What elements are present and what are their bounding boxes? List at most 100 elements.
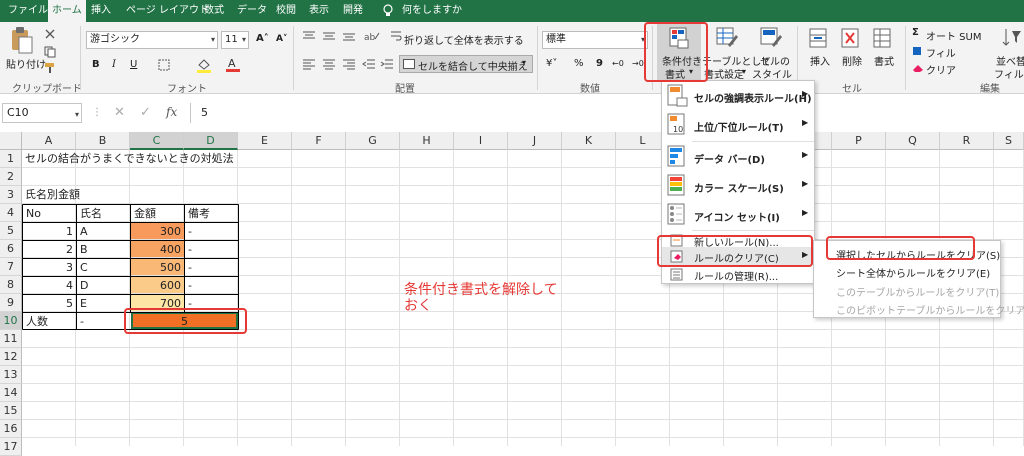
cell-amount[interactable]: 500 — [131, 259, 184, 276]
align-left-icon[interactable] — [302, 58, 316, 73]
format-painter-icon[interactable] — [44, 62, 56, 77]
number-format-combo[interactable]: 標準 ▾ — [542, 31, 648, 49]
font-size-combo[interactable]: 11 ▾ — [221, 31, 249, 49]
align-bottom-icon[interactable] — [342, 30, 356, 45]
currency-icon[interactable]: ¥˅ — [546, 58, 557, 69]
tab-insert[interactable]: 挿入 — [91, 0, 111, 22]
insert-cells-icon[interactable] — [808, 27, 828, 52]
align-right-icon[interactable] — [342, 58, 356, 73]
tab-developer[interactable]: 開発 — [343, 0, 363, 22]
fill-icon[interactable] — [912, 46, 922, 59]
menu-item-top-bottom-rules[interactable]: 10 上位/下位ルール(T) ▶ — [662, 111, 814, 139]
tab-home[interactable]: ホーム — [48, 0, 86, 22]
cell-name[interactable]: D — [77, 277, 91, 294]
paste-icon[interactable] — [10, 26, 34, 59]
name-box[interactable]: C10 ▾ — [2, 103, 82, 123]
cell-a3-subtitle[interactable]: 氏名別金額 — [22, 186, 83, 203]
underline-icon[interactable]: U — [130, 59, 137, 70]
increase-indent-icon[interactable] — [380, 58, 394, 73]
cell-note[interactable]: - — [185, 241, 195, 258]
cell-note[interactable]: - — [185, 223, 195, 240]
cell-name[interactable]: E — [77, 295, 90, 312]
cell-no[interactable]: 5 — [23, 295, 76, 312]
tab-formulas[interactable]: 数式 — [204, 0, 224, 22]
decrease-font-icon[interactable]: A˅ — [276, 34, 287, 44]
increase-font-icon[interactable]: A˄ — [256, 33, 269, 44]
menu-item-highlight-rules[interactable]: セルの強調表示ルール(H) ▶ — [662, 82, 814, 110]
decrease-indent-icon[interactable] — [362, 58, 376, 73]
insert-function-icon[interactable]: fx — [166, 105, 177, 119]
cell-style-icon[interactable] — [760, 27, 782, 52]
cell-amount[interactable]: 300 — [131, 223, 184, 240]
percent-icon[interactable]: % — [574, 58, 584, 69]
header-name[interactable]: 氏名 — [77, 205, 105, 222]
paste-button[interactable]: 貼り付け — [6, 56, 46, 71]
decrease-decimal-icon[interactable]: →0 — [632, 59, 644, 68]
tell-me-search[interactable]: 何をしますか — [402, 0, 462, 22]
cut-icon[interactable] — [44, 28, 56, 43]
cell-no[interactable]: 2 — [23, 241, 76, 258]
header-no[interactable]: No — [23, 205, 44, 222]
italic-icon[interactable]: I — [112, 59, 116, 70]
cell-no[interactable]: 4 — [23, 277, 76, 294]
cell-no[interactable]: 3 — [23, 259, 76, 276]
cell-amount[interactable]: 600 — [131, 277, 184, 294]
tab-file[interactable]: ファイル — [8, 0, 48, 22]
total-name-dash[interactable]: - — [77, 313, 87, 330]
fill-color-icon[interactable] — [196, 57, 212, 76]
menu-item-icon-sets[interactable]: アイコン セット(I) ▶ — [662, 201, 814, 229]
tab-view[interactable]: 表示 — [309, 0, 329, 22]
header-note[interactable]: 備考 — [185, 205, 213, 222]
font-name-combo[interactable]: 游ゴシック ▾ — [86, 31, 218, 49]
eraser-icon[interactable] — [912, 63, 924, 76]
tab-review[interactable]: 校閲 — [276, 0, 296, 22]
formula-input[interactable]: 5 — [190, 103, 1024, 123]
merge-center-button[interactable]: セルを結合して中央揃え ▾ — [399, 55, 533, 73]
tab-page-layout[interactable]: ページ レイアウト — [126, 0, 209, 22]
orientation-icon[interactable]: ab — [364, 29, 380, 46]
delete-cells-button[interactable]: 削除 — [842, 53, 862, 68]
menu-item-data-bars[interactable]: データ バー(D) ▶ — [662, 143, 814, 171]
svg-text:A: A — [228, 57, 236, 70]
fill-button[interactable]: フィル — [926, 45, 956, 60]
tab-data[interactable]: データ — [237, 0, 267, 22]
clear-button[interactable]: クリア — [926, 62, 956, 77]
cell-amount[interactable]: 400 — [131, 241, 184, 258]
bold-icon[interactable]: B — [92, 59, 100, 70]
sort-filter-icon[interactable] — [1002, 27, 1022, 50]
table-format-icon[interactable] — [716, 27, 738, 52]
cancel-icon[interactable]: ✕ — [114, 105, 125, 120]
wrap-text-icon[interactable] — [390, 30, 402, 45]
borders-icon[interactable] — [158, 59, 170, 74]
wrap-text-button[interactable]: 折り返して全体を表示する — [404, 32, 524, 47]
align-middle-icon[interactable] — [322, 30, 336, 45]
cell-name[interactable]: A — [77, 223, 91, 240]
comma-style-icon[interactable]: 9 — [596, 58, 603, 69]
total-label[interactable]: 人数 — [23, 313, 51, 330]
header-amount[interactable]: 金額 — [131, 205, 159, 222]
cell-no[interactable]: 1 — [23, 223, 76, 240]
cell-name[interactable]: C — [77, 259, 91, 276]
format-cells-button[interactable]: 書式 — [874, 53, 894, 68]
increase-decimal-icon[interactable]: ←0 — [612, 59, 624, 68]
font-color-icon[interactable]: A — [226, 56, 240, 75]
copy-icon[interactable] — [44, 46, 56, 61]
cell-a1-title[interactable]: セルの結合がうまくできないときの対処法 — [22, 150, 237, 167]
align-top-icon[interactable] — [302, 30, 316, 45]
format-cells-icon[interactable] — [872, 27, 892, 52]
cell-name[interactable]: B — [77, 241, 91, 258]
cell-note[interactable]: - — [185, 259, 195, 276]
menu-item-manage-rules[interactable]: ルールの管理(R)... — [662, 265, 814, 283]
clear-entire-sheet-item[interactable]: シート全体からルールをクリア(E) — [836, 265, 990, 280]
autosum-button[interactable]: オート SUM — [926, 28, 981, 43]
align-center-icon[interactable] — [322, 58, 336, 73]
delete-cells-icon[interactable] — [840, 27, 860, 52]
enter-icon[interactable]: ✓ — [140, 105, 151, 120]
cell-style-label-2[interactable]: スタイル — [752, 66, 792, 81]
table-format-label-2[interactable]: 書式設定 — [704, 66, 744, 81]
insert-cells-button[interactable]: 挿入 — [810, 53, 830, 68]
cell-note[interactable]: - — [185, 277, 195, 294]
autosum-icon[interactable]: Σ — [912, 27, 919, 38]
sort-filter-label-2[interactable]: フィルタ — [994, 66, 1024, 81]
menu-item-color-scales[interactable]: カラー スケール(S) ▶ — [662, 172, 814, 200]
